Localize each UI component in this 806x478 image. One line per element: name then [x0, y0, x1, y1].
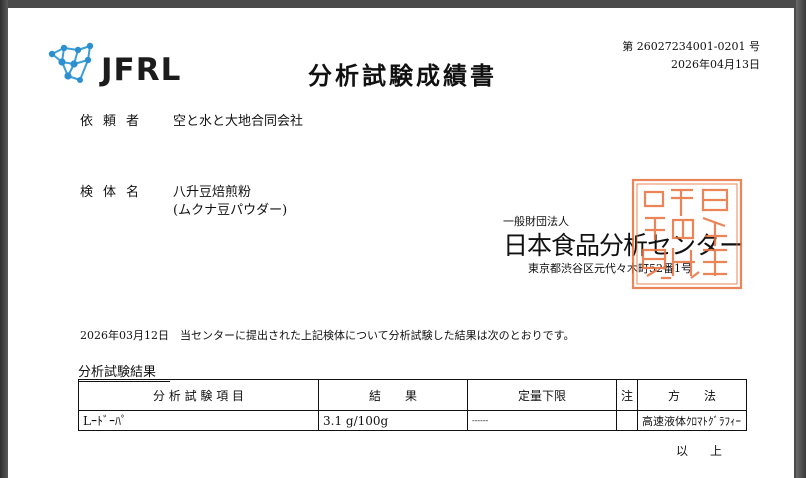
- header-item: 分 析 試 験 項 目: [78, 379, 319, 411]
- sample-label: 検体名: [80, 185, 150, 200]
- cell-limit: ------: [467, 410, 617, 431]
- molecule-logo-icon: [48, 42, 94, 83]
- header-result: 結 果: [318, 379, 468, 411]
- client-label: 依頼者: [80, 114, 150, 129]
- statement-text: 2026年03月12日 当センターに提出された上記検体について分析試験した結果は…: [80, 329, 575, 342]
- table-row: Lｰﾄﾞｰﾊﾟ 3.1 g/100g ------ 高速液体ｸﾛﾏﾄｸﾞﾗﾌｨｰ: [78, 410, 748, 431]
- header-method: 方 法: [637, 379, 748, 411]
- cell-note: [615, 410, 639, 431]
- jfrl-logo: JFRL: [44, 40, 204, 100]
- seal-stamp-icon: [631, 178, 743, 290]
- viewer-shadow-right: [796, 0, 806, 478]
- sample-name: 八升豆焙煎粉: [173, 185, 252, 200]
- document-date: 2026年04月13日: [671, 58, 760, 71]
- logo-text: JFRL: [101, 52, 182, 88]
- document-page: JFRL 分析試験成績書 第 26027234001-0201 号 2026年0…: [8, 8, 794, 478]
- official-seal: [631, 178, 743, 290]
- client-value: 空と水と大地合同会社: [173, 114, 304, 129]
- header-note: 注: [615, 379, 639, 411]
- end-mark: 以上: [676, 444, 745, 458]
- sample-name-sub: (ムクナ豆パウダー): [173, 203, 288, 218]
- cell-item: Lｰﾄﾞｰﾊﾟ: [78, 410, 319, 431]
- cell-method: 高速液体ｸﾛﾏﾄｸﾞﾗﾌｨｰ: [637, 410, 748, 431]
- document-title: 分析試験成績書: [308, 61, 497, 90]
- document-number: 第 26027234001-0201 号: [622, 40, 760, 53]
- results-table: 分 析 試 験 項 目 結 果 定量下限 注 方 法 Lｰﾄﾞｰﾊﾟ 3.1 g…: [78, 379, 748, 431]
- viewer-shadow-left: [0, 0, 8, 478]
- header-limit: 定量下限: [467, 379, 617, 411]
- results-header-row: 分 析 試 験 項 目 結 果 定量下限 注 方 法: [78, 379, 748, 411]
- cell-result: 3.1 g/100g: [318, 410, 468, 431]
